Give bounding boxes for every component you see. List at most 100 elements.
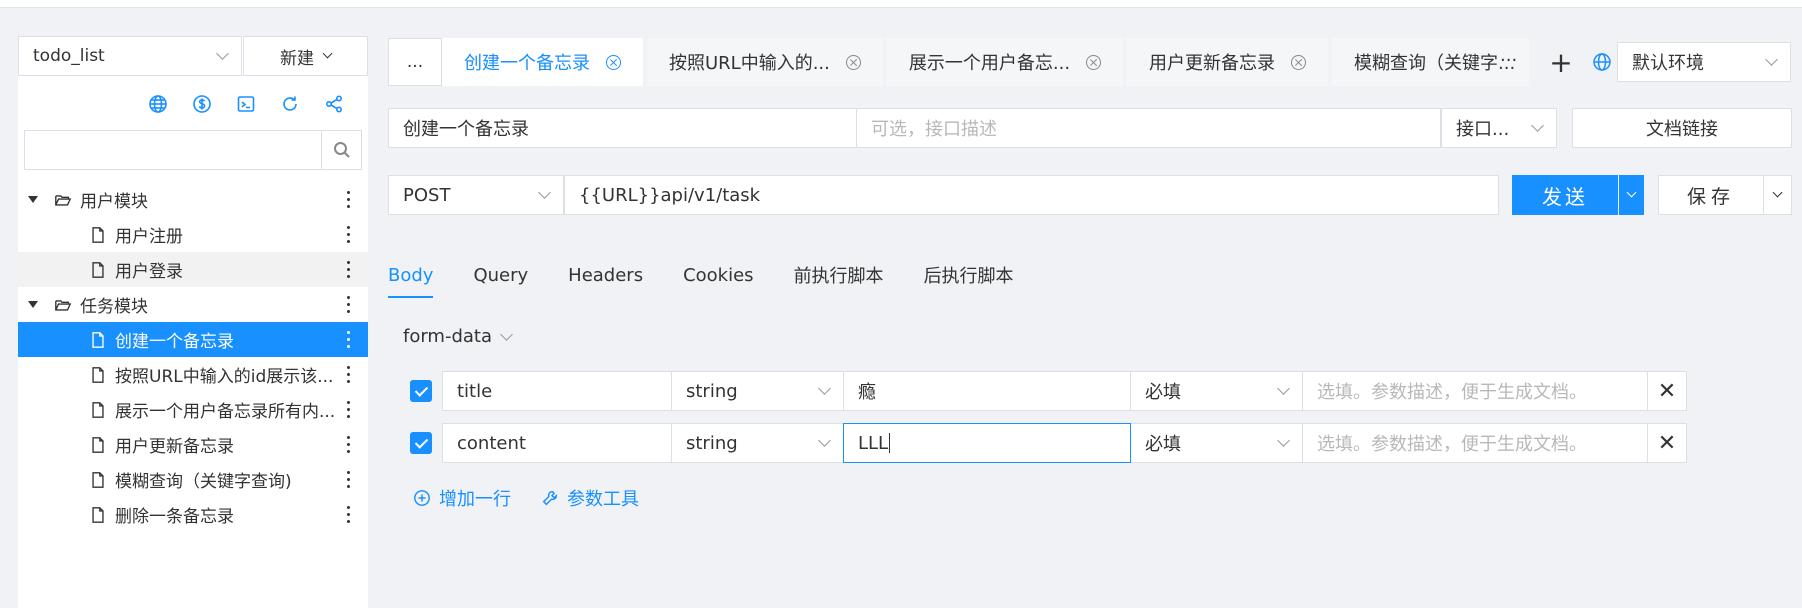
environment-value: 默认环境: [1632, 53, 1704, 74]
method-select[interactable]: POST: [388, 175, 564, 215]
param-row: title string 瘾 必填 选填。参数描述，便于生成文档。 ✕: [410, 371, 1687, 411]
param-value-input[interactable]: 瘾: [843, 371, 1131, 411]
add-row-button[interactable]: 增加一行: [413, 485, 511, 511]
request-description-input[interactable]: 可选，接口描述: [856, 108, 1441, 148]
chevron-down-icon: [818, 382, 831, 395]
more-vertical-icon[interactable]: [347, 331, 350, 348]
request-name-input[interactable]: 创建一个备忘录: [388, 108, 857, 148]
more-vertical-icon[interactable]: [347, 366, 350, 383]
param-description-input[interactable]: 选填。参数描述，便于生成文档。: [1302, 423, 1648, 463]
tree-item-fuzzy-search[interactable]: 模糊查询（关键字查询): [18, 462, 368, 497]
tree-label: 创建一个备忘录: [115, 332, 234, 352]
tree-item-delete-memo[interactable]: 删除一条备忘录: [18, 497, 368, 532]
param-type-select[interactable]: string: [671, 371, 844, 411]
chevron-down-icon: [818, 434, 831, 447]
folder-open-icon: [54, 295, 74, 315]
tree-folder-task-module[interactable]: 任务模块: [18, 287, 368, 322]
tree-item-login[interactable]: 用户登录: [18, 252, 368, 287]
environment-select[interactable]: 默认环境: [1617, 42, 1791, 82]
more-vertical-icon[interactable]: [347, 506, 350, 523]
search-input[interactable]: [25, 131, 321, 169]
close-icon[interactable]: [845, 54, 861, 70]
url-input[interactable]: {{URL}}api/v1/task: [564, 175, 1499, 215]
param-type-value: string: [686, 380, 738, 402]
param-required-select[interactable]: 必填: [1130, 423, 1303, 463]
top-bar: [0, 0, 1802, 8]
file-icon: [89, 400, 109, 420]
send-options-button[interactable]: [1619, 175, 1644, 215]
search-box: [24, 130, 362, 170]
interface-select[interactable]: 接口...: [1441, 108, 1557, 148]
chevron-down-icon: [1277, 434, 1290, 447]
param-description-input[interactable]: 选填。参数描述，便于生成文档。: [1302, 371, 1648, 411]
more-vertical-icon[interactable]: [347, 191, 350, 208]
more-vertical-icon[interactable]: [347, 296, 350, 313]
tree-item-register[interactable]: 用户注册: [18, 217, 368, 252]
more-vertical-icon[interactable]: [347, 401, 350, 418]
tab-create-memo[interactable]: 创建一个备忘录: [442, 38, 647, 86]
file-icon: [89, 470, 109, 490]
add-tab-button[interactable]: +: [1544, 40, 1578, 84]
tab-pre-script[interactable]: 前执行脚本: [794, 252, 884, 298]
tree-item-show-all[interactable]: 展示一个用户备忘录所有内...: [18, 392, 368, 427]
tab-headers[interactable]: Headers: [568, 252, 643, 298]
tab-label: 按照URL中输入的...: [669, 53, 830, 74]
tree-item-update-memo[interactable]: 用户更新备忘录: [18, 427, 368, 462]
tabs-overflow-right-button[interactable]: ···: [1500, 50, 1517, 71]
share-icon[interactable]: [322, 92, 345, 115]
tree-item-create-memo[interactable]: 创建一个备忘录: [18, 322, 368, 357]
body-type-select[interactable]: form-data: [403, 326, 513, 347]
tab-query[interactable]: Query: [473, 252, 528, 298]
caret-down-icon[interactable]: [28, 196, 38, 203]
method-value: POST: [403, 184, 451, 206]
tab-show-by-id[interactable]: 按照URL中输入的...: [647, 38, 887, 86]
tree-folder-user-module[interactable]: 用户模块: [18, 182, 368, 217]
close-icon[interactable]: [1291, 54, 1307, 70]
search-button[interactable]: [321, 131, 361, 169]
doc-link-button[interactable]: 文档链接: [1572, 108, 1792, 148]
param-value-input[interactable]: LLL: [843, 423, 1131, 463]
globe-icon[interactable]: [146, 92, 169, 115]
param-type-select[interactable]: string: [671, 423, 844, 463]
param-row: content string LLL 必填 选填。参数描述，便于生成文档。 ✕: [410, 423, 1687, 463]
sidebar: todo_list 新建 用户模块 用户注册 用户登录 任务模块 创建一个备忘录…: [18, 36, 368, 608]
send-button[interactable]: 发送: [1512, 175, 1618, 215]
tab-update-memo[interactable]: 用户更新备忘录: [1127, 38, 1333, 86]
tree-item-show-by-id[interactable]: 按照URL中输入的id展示该...: [18, 357, 368, 392]
wrench-icon: [542, 490, 558, 506]
save-options-button[interactable]: [1763, 175, 1792, 215]
dollar-icon[interactable]: [190, 92, 213, 115]
terminal-icon[interactable]: [234, 92, 257, 115]
delete-param-button[interactable]: ✕: [1647, 371, 1687, 411]
more-vertical-icon[interactable]: [347, 471, 350, 488]
param-required-select[interactable]: 必填: [1130, 371, 1303, 411]
more-vertical-icon[interactable]: [347, 261, 350, 278]
caret-down-icon[interactable]: [28, 301, 38, 308]
save-button[interactable]: 保存: [1658, 175, 1764, 215]
param-key-input[interactable]: content: [442, 423, 672, 463]
tab-show-all[interactable]: 展示一个用户备忘...: [886, 38, 1128, 86]
refresh-icon[interactable]: [278, 92, 301, 115]
tabs-overflow-left-button[interactable]: ...: [388, 38, 442, 86]
tab-body[interactable]: Body: [388, 252, 434, 298]
project-select[interactable]: todo_list: [18, 36, 242, 76]
param-tool-button[interactable]: 参数工具: [541, 485, 639, 511]
body-type-value: form-data: [403, 326, 493, 347]
new-button[interactable]: 新建: [243, 36, 368, 76]
tree-label: 删除一条备忘录: [115, 507, 234, 527]
close-icon[interactable]: [1086, 54, 1102, 70]
close-icon[interactable]: [606, 54, 621, 70]
tree-label: 用户更新备忘录: [115, 437, 234, 457]
param-enabled-checkbox[interactable]: [410, 432, 432, 454]
api-tree: 用户模块 用户注册 用户登录 任务模块 创建一个备忘录 按照URL中输入的id展…: [18, 182, 368, 532]
param-enabled-checkbox[interactable]: [410, 380, 432, 402]
chevron-down-icon: [538, 186, 551, 199]
param-tool-label: 参数工具: [567, 489, 639, 510]
more-vertical-icon[interactable]: [347, 436, 350, 453]
tab-cookies[interactable]: Cookies: [683, 252, 753, 298]
more-vertical-icon[interactable]: [347, 226, 350, 243]
delete-param-button[interactable]: ✕: [1647, 423, 1687, 463]
chevron-down-icon: [1772, 187, 1783, 198]
param-key-input[interactable]: title: [442, 371, 672, 411]
tab-post-script[interactable]: 后执行脚本: [924, 252, 1014, 298]
